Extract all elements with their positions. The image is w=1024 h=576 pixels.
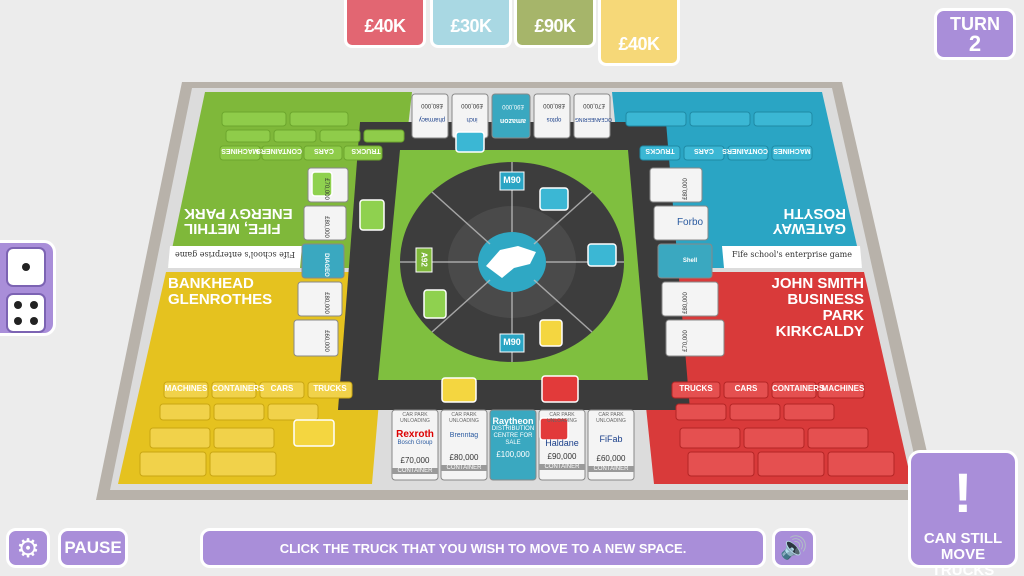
pause-label: PAUSE [64, 538, 122, 557]
cargo-label: CONTAINERS [256, 147, 302, 154]
cargo-label: CARS [314, 147, 334, 154]
property-card[interactable]: CAR PARK UNLOADING Rexroth Bosch Group £… [392, 412, 438, 478]
cargo-label: MACHINES [773, 147, 811, 154]
property-card[interactable]: CAR PARK UNLOADING Haldane £90,000 CONTA… [539, 412, 585, 478]
status-text: CAN STILL MOVE TRUCKS [923, 530, 1003, 576]
region-name-blue: GATEWAY ROSYTH [772, 205, 846, 237]
region-name-yellow: BANKHEAD GLENROTHES [168, 275, 273, 308]
property-card[interactable]: inch £90,000 [454, 96, 490, 136]
game-board [96, 82, 938, 500]
cargo-label: TRUCKS [351, 147, 381, 154]
cargo-label: MACHINES [821, 384, 865, 393]
pip [14, 317, 22, 325]
sign-m90-bottom-label: M90 [503, 337, 521, 347]
pause-button[interactable]: PAUSE [58, 528, 128, 568]
money-value: £90K [534, 16, 576, 36]
money-value: £40K [364, 16, 406, 36]
money-value: £30K [450, 16, 492, 36]
cargo-label: MACHINES [221, 147, 259, 154]
cargo-label: TRUCKS [679, 384, 713, 393]
money-tab-yellow: £40K [598, 0, 680, 66]
bottom-cards: CAR PARK UNLOADING Rexroth Bosch Group £… [392, 412, 634, 478]
cargo-label: TRUCKS [313, 384, 347, 393]
property-card[interactable]: CAR PARK UNLOADING Brenntag £80,000 CONT… [441, 412, 487, 478]
property-card[interactable]: OCEANEERING £70,000 [575, 96, 612, 136]
banner-text-blue: Fife school's enterprise game [732, 250, 852, 259]
property-card[interactable]: Raytheon DISTRIBUTION CENTRE FOR SALE £1… [490, 412, 536, 478]
gear-icon: ⚙ [16, 532, 40, 563]
property-card[interactable]: amazon £90,000 [494, 96, 532, 136]
cargo-labels-green: TRUCKS CARS CONTAINERS MACHINES [220, 147, 386, 154]
cargo-label: MACHINES [164, 384, 208, 393]
cargo-labels-yellow: MACHINES CONTAINERS CARS TRUCKS [164, 384, 352, 393]
pip [22, 263, 30, 271]
property-card[interactable]: optos £80,000 [536, 96, 572, 136]
dice-panel[interactable] [0, 240, 56, 336]
money-tab-green: £90K [514, 0, 596, 48]
sign-a92-label: A92 [419, 252, 429, 267]
banner-text-green: Fife school's enterprise game [175, 250, 295, 259]
left-cards: £70,000 £80,000 DIAGEO £80,000 £60,000 [300, 170, 344, 360]
pip [14, 301, 22, 309]
property-card[interactable]: CAR PARK UNLOADING FiFab £60,000 CONTAIN… [588, 412, 634, 478]
cargo-labels-red: TRUCKS CARS CONTAINERS MACHINES [672, 384, 866, 393]
cargo-label: CARS [734, 384, 758, 393]
region-name-red: JOHN SMITH BUSINESS PARK KIRKCALDY [771, 275, 864, 340]
money-tab-red: £40K [344, 0, 426, 48]
die-2[interactable] [6, 293, 46, 333]
money-tab-blue: £30K [430, 0, 512, 48]
top-cards: OCEANEERING £70,000 optos £80,000 amazon… [414, 96, 612, 136]
exclamation-icon: ! [953, 461, 973, 524]
cargo-label: CONTAINERS [772, 384, 825, 393]
sign-m90-top-label: M90 [503, 175, 521, 185]
speaker-icon: 🔊 [780, 535, 808, 560]
cargo-label: TRUCKS [645, 147, 675, 154]
move-status[interactable]: ! CAN STILL MOVE TRUCKS [908, 450, 1018, 576]
die-1[interactable] [6, 247, 46, 287]
money-value: £40K [618, 34, 660, 54]
pip [30, 301, 38, 309]
region-name-green: FIFE, METHIL ENERGY PARK [184, 205, 293, 237]
right-cards: £80,000 Forbo Shell £80,000 £70,000 [662, 170, 718, 360]
pip [30, 317, 38, 325]
turn-indicator: TURN 2 [934, 8, 1016, 60]
property-card[interactable]: £70,000 [671, 313, 709, 369]
cargo-label: CONTAINERS [722, 147, 768, 154]
cargo-labels-blue: MACHINES CONTAINERS CARS TRUCKS [640, 147, 812, 154]
sound-button[interactable]: 🔊 [772, 528, 816, 568]
turn-number: 2 [968, 31, 982, 56]
instruction-bar: CLICK THE TRUCK THAT YOU WISH TO MOVE TO… [200, 528, 766, 568]
cargo-label: CARS [270, 384, 294, 393]
property-card[interactable]: £60,000 [303, 319, 341, 363]
instruction-text: CLICK THE TRUCK THAT YOU WISH TO MOVE TO… [279, 540, 687, 556]
cargo-label: CARS [694, 147, 714, 154]
property-card[interactable]: pharmacy £80,000 [414, 96, 450, 136]
cargo-label: CONTAINERS [212, 384, 265, 393]
settings-button[interactable]: ⚙ [6, 528, 50, 568]
property-card[interactable]: £80,000 [671, 161, 709, 217]
